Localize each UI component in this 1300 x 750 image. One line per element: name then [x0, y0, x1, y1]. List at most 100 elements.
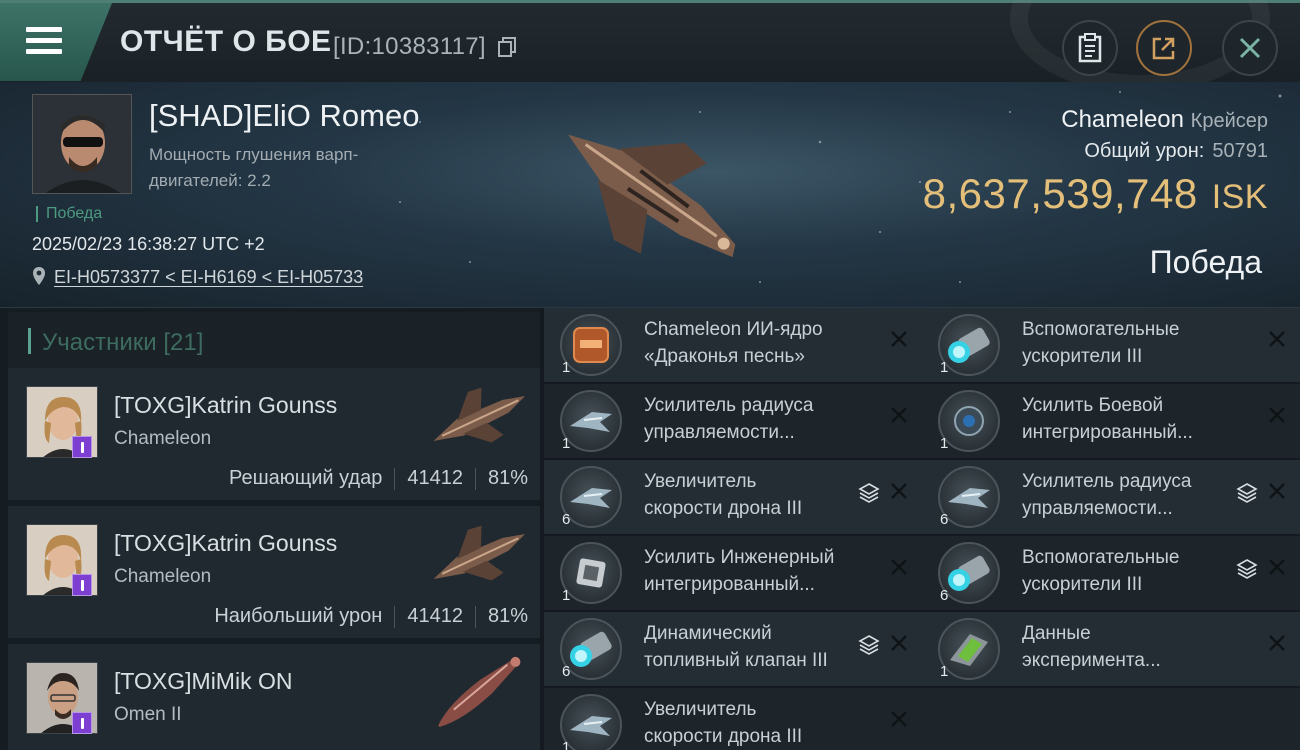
clipboard-button[interactable] — [1062, 20, 1118, 76]
item-quantity: 1 — [562, 587, 571, 604]
result-label: Победа — [1149, 244, 1262, 280]
participant-percent: 81% — [487, 605, 528, 627]
location-pin-icon — [33, 267, 45, 285]
item-name: Вспомогательные ускорители III — [1022, 319, 1180, 367]
ship-name-line: Chameleon Крейсер — [1061, 106, 1268, 134]
item-name: Усилитель радиуса управляемости... — [1022, 471, 1192, 519]
item-quantity: 1 — [940, 663, 949, 680]
share-button[interactable] — [1136, 20, 1192, 76]
item-name: Данные эксперимента... — [1022, 623, 1161, 671]
participant-name[interactable]: [TOXG]Katrin Gounss — [114, 530, 337, 557]
item-row[interactable]: 1 Усилитель радиуса управляемости... — [544, 384, 922, 458]
destroyed-x-icon — [891, 711, 907, 727]
status-badge: Победа — [36, 206, 102, 222]
faction-badge — [72, 436, 92, 458]
item-row[interactable]: 1 Данные эксперимента... — [922, 612, 1300, 686]
empty-slot — [922, 688, 1300, 750]
ship-name[interactable]: Chameleon — [1061, 106, 1184, 133]
isk-value-line: 8,637,539,748 ISK — [923, 170, 1268, 218]
warp-jam-strength: Мощность глушения варп-двигателей: 2.2 — [149, 145, 359, 190]
stack-icon[interactable] — [1236, 482, 1258, 504]
participant-stats: Наибольший урон 41412 81% — [214, 605, 528, 628]
item-name: Увеличитель скорости дрона III — [644, 471, 803, 519]
item-name: Усилить Инженерный интегрированный... — [644, 547, 835, 595]
timestamp: 2025/02/23 16:38:27 UTC +2 — [32, 234, 265, 254]
item-row[interactable]: 6 Вспомогательные ускорители III — [922, 536, 1300, 610]
destroyed-x-icon — [1269, 483, 1285, 499]
participant-damage: 41412 — [407, 605, 463, 627]
participant-name[interactable]: [TOXG]Katrin Gounss — [114, 392, 337, 419]
report-id: [ID:10383117] — [333, 33, 486, 60]
top-bar: ОТЧЁТ О БОЕ [ID:10383117] — [0, 0, 1300, 93]
destroyed-x-icon — [1269, 407, 1285, 423]
clipboard-icon — [1078, 33, 1102, 63]
destroyed-x-icon — [891, 483, 907, 499]
participants-header[interactable]: Участники [21] — [8, 312, 540, 372]
participant-ship: Chameleon — [114, 566, 212, 587]
divider — [394, 467, 396, 490]
item-row[interactable]: 1 Усилить Инженерный интегрированный... — [544, 536, 922, 610]
participant-card[interactable]: [TOXG]MiMik ON Omen II — [8, 644, 540, 750]
section-marker — [28, 328, 31, 354]
participant-role: Наибольший урон — [214, 605, 383, 627]
item-row[interactable]: 1 Увеличитель скорости дрона III — [544, 688, 922, 750]
stack-icon[interactable] — [858, 482, 880, 504]
participant-card[interactable]: [TOXG]Katrin Gounss Chameleon Наибольший… — [8, 506, 540, 638]
location-link[interactable]: EI-H0573377 < EI-H6169 < EI-H05733 — [54, 267, 363, 288]
item-name: Chameleon ИИ-ядро «Драконья песнь» — [644, 319, 823, 367]
stack-icon[interactable] — [1236, 558, 1258, 580]
kill-summary: [SHAD]EliO Romeo Мощность глушения варп-… — [0, 82, 1300, 308]
item-name: Увеличитель скорости дрона III — [644, 699, 803, 747]
participant-ship-image — [433, 525, 526, 581]
copy-icon[interactable] — [498, 37, 516, 57]
victim-name[interactable]: [SHAD]EliO Romeo — [149, 98, 419, 134]
destroyed-x-icon — [1269, 635, 1285, 651]
item-quantity: 6 — [562, 511, 571, 528]
hamburger-icon — [26, 27, 62, 57]
participant-ship-image — [433, 387, 526, 443]
destroyed-x-icon — [1269, 331, 1285, 347]
stack-icon[interactable] — [858, 634, 880, 656]
item-name: Усилитель радиуса управляемости... — [644, 395, 814, 443]
item-name: Усилить Боевой интегрированный... — [1022, 395, 1193, 443]
item-name: Динамический топливный клапан III — [644, 623, 828, 671]
item-quantity: 6 — [940, 587, 949, 604]
participant-percent: 81% — [487, 467, 528, 489]
dropped-items-grid: 1 Chameleon ИИ-ядро «Драконья песнь» 1 Вспо… — [540, 308, 1300, 750]
item-quantity: 1 — [940, 435, 949, 452]
item-row[interactable]: 6 Динамический топливный клапан III — [544, 612, 922, 686]
item-row[interactable]: 6 Увеличитель скорости дрона III — [544, 460, 922, 534]
divider — [394, 605, 396, 628]
destroyed-x-icon — [891, 407, 907, 423]
destroyed-x-icon — [891, 331, 907, 347]
destroyed-x-icon — [891, 559, 907, 575]
item-quantity: 6 — [562, 663, 571, 680]
item-row[interactable]: 1 Вспомогательные ускорители III — [922, 308, 1300, 382]
participant-card[interactable]: [TOXG]Katrin Gounss Chameleon Решающий у… — [8, 368, 540, 500]
participant-name[interactable]: [TOXG]MiMik ON — [114, 668, 292, 695]
item-row[interactable]: 6 Усилитель радиуса управляемости... — [922, 460, 1300, 534]
item-quantity: 1 — [562, 359, 571, 376]
participants-title: Участники [21] — [42, 329, 204, 356]
item-name: Вспомогательные ускорители III — [1022, 547, 1180, 595]
ship-class: Крейсер — [1190, 110, 1268, 132]
share-icon — [1152, 37, 1175, 60]
participant-role: Решающий удар — [228, 467, 383, 489]
item-quantity: 1 — [562, 435, 571, 452]
isk-value: 8,637,539,748 — [922, 170, 1198, 217]
menu-button[interactable] — [0, 3, 112, 81]
total-damage-label: Общий урон: — [1084, 140, 1205, 162]
participant-ship: Omen II — [114, 704, 182, 725]
item-quantity: 1 — [562, 739, 571, 750]
participants-panel: Участники [21] [TOXG]Katrin Gounss Chame… — [0, 308, 540, 750]
item-row[interactable]: 1 Chameleon ИИ-ядро «Драконья песнь» — [544, 308, 922, 382]
item-row[interactable]: 1 Усилить Боевой интегрированный... — [922, 384, 1300, 458]
faction-badge — [72, 712, 92, 734]
ship-image — [568, 134, 736, 258]
victim-avatar[interactable] — [32, 94, 132, 194]
close-button[interactable] — [1222, 20, 1278, 76]
close-icon — [1239, 37, 1261, 59]
divider — [474, 605, 476, 628]
destroyed-x-icon — [891, 635, 907, 651]
divider — [474, 467, 476, 490]
